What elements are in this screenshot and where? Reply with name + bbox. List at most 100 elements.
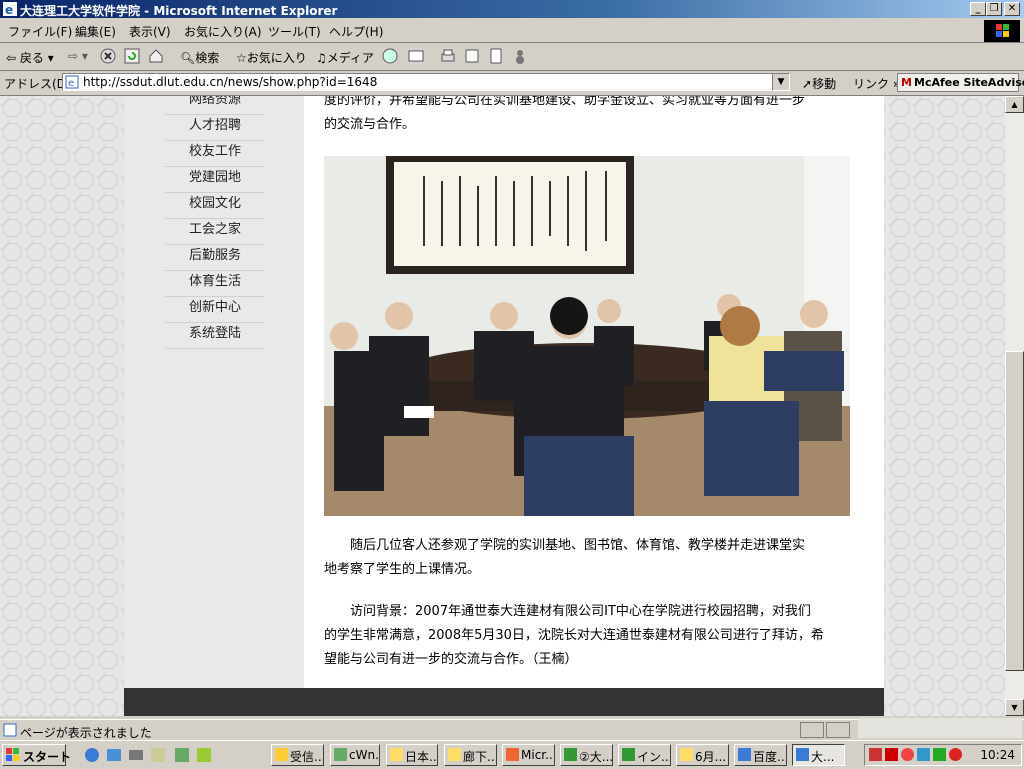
app-quicklaunch-icon[interactable] (150, 747, 166, 763)
folder-icon (680, 748, 693, 761)
taskbar: スタート 受信... cWn... 日本... 廊下... Micr... ②大… (0, 740, 1024, 769)
history-icon[interactable] (382, 48, 398, 64)
toolbar: ⇦ 戻る ▾ ⇨ ▾ 🔍︎検索 ☆お気に入り ♫メディア (0, 43, 1024, 71)
task-button[interactable]: cWn... (330, 744, 380, 766)
address-dropdown-icon[interactable]: ▼ (772, 74, 789, 90)
page-footer (124, 688, 884, 716)
app2-quicklaunch-icon[interactable] (174, 747, 190, 763)
nav-item[interactable]: 人才招聘 (165, 115, 265, 141)
go-button[interactable]: ➚移動 (802, 75, 836, 92)
search-button[interactable]: 🔍︎検索 (180, 49, 219, 66)
home-icon[interactable] (148, 48, 164, 64)
tray-network-icon[interactable] (869, 748, 882, 761)
task-label: 受信... (290, 750, 324, 764)
start-button[interactable]: スタート (2, 744, 71, 766)
desktop-quicklaunch-icon[interactable] (128, 747, 144, 763)
article-line: 的学生非常满意，2008年5月30日，沈院长对大连通世泰建材有限公司进行了拜访，… (324, 628, 824, 643)
task-button[interactable]: 百度... (734, 744, 787, 766)
task-button[interactable]: 日本... (386, 744, 438, 766)
article-line: 的交流与合作。 (324, 117, 416, 132)
nav-item[interactable]: 工会之家 (165, 219, 265, 245)
favorites-icon: ☆ (236, 51, 247, 65)
edit-icon[interactable] (464, 48, 480, 64)
favorites-button[interactable]: ☆お気に入り (236, 49, 307, 66)
stop-icon[interactable] (100, 48, 116, 64)
task-label: Micr... (521, 748, 555, 762)
nav-item[interactable]: 党建园地 (165, 167, 265, 193)
scroll-up-icon[interactable]: ▲ (1005, 96, 1024, 113)
tray-pen-icon[interactable] (933, 748, 946, 761)
ie-quicklaunch-icon[interactable] (84, 747, 100, 763)
favorites-label: お気に入り (246, 51, 307, 65)
meeting-photo (324, 156, 850, 516)
address-input[interactable]: e http://ssdut.dlut.edu.cn/news/show.php… (62, 73, 790, 91)
start-label: スタート (23, 750, 72, 764)
task-button-active[interactable]: 大... (792, 744, 845, 766)
task-button[interactable]: Micr... (502, 744, 555, 766)
print-icon[interactable] (440, 48, 456, 64)
tray-mcafee-icon[interactable] (885, 748, 898, 761)
address-label: アドレス(D) (4, 77, 71, 91)
menu-help[interactable]: ヘルプ(H) (329, 23, 383, 40)
clock[interactable]: 10:24 (980, 748, 1015, 762)
search-label: 検索 (195, 51, 220, 65)
language-bar[interactable] (858, 718, 1022, 738)
close-button[interactable]: ✕ (1004, 2, 1020, 16)
web-page: 网络资源 人才招聘 校友工作 党建园地 校园文化 工会之家 后勤服务 体育生活 … (124, 96, 884, 716)
siteadvisor-label: McAfee SiteAdvisor (914, 76, 1024, 89)
task-button[interactable]: 6月... (676, 744, 729, 766)
menu-edit[interactable]: 編集(E) (75, 23, 116, 40)
siteadvisor-button[interactable]: M McAfee SiteAdvisor (897, 73, 1024, 92)
task-icon (334, 748, 347, 761)
task-label: 大... (811, 750, 835, 764)
article-line: 地考察了学生的上课情况。 (324, 562, 481, 577)
task-label: 百度... (753, 750, 787, 764)
back-button[interactable]: ⇦ 戻る ▾ (6, 49, 54, 66)
task-label: ②大... (579, 750, 613, 764)
forward-button[interactable]: ⇨ ▾ (68, 49, 88, 63)
excel-icon (564, 748, 577, 761)
mail-icon[interactable] (408, 48, 424, 64)
tray-security-icon[interactable] (901, 748, 914, 761)
vertical-scrollbar[interactable]: ▲ ▼ (1005, 96, 1024, 716)
task-button[interactable]: イン... (618, 744, 671, 766)
nav-item[interactable]: 网络资源 (165, 96, 265, 115)
address-bar: アドレス(D) e http://ssdut.dlut.edu.cn/news/… (0, 71, 1024, 96)
nav-item[interactable]: 后勤服务 (165, 245, 265, 271)
left-navigation: 网络资源 人才招聘 校友工作 党建园地 校园文化 工会之家 后勤服务 体育生活 … (124, 96, 304, 688)
tray-alert-icon[interactable] (949, 748, 962, 761)
task-icon (275, 748, 288, 761)
refresh-icon[interactable] (124, 48, 140, 64)
media-icon: ♫ (316, 51, 327, 65)
links-button[interactable]: リンク » (853, 75, 900, 92)
restore-button[interactable]: ❐ (986, 2, 1002, 16)
nav-item[interactable]: 系统登陆 (165, 323, 265, 349)
nav-item[interactable]: 校园文化 (165, 193, 265, 219)
ie-icon (796, 748, 809, 761)
menu-file[interactable]: ファイル(F) (8, 23, 72, 40)
scroll-down-icon[interactable]: ▼ (1005, 699, 1024, 716)
minimize-button[interactable]: _ (970, 2, 986, 16)
window-titlebar[interactable]: e 大连理工大学软件学院 - Microsoft Internet Explor… (0, 0, 1024, 18)
page-icon: e (65, 75, 79, 89)
messenger-icon[interactable] (512, 48, 528, 64)
task-button[interactable]: 廊下... (444, 744, 497, 766)
search-icon: 🔍︎ (180, 51, 196, 65)
app3-quicklaunch-icon[interactable] (196, 747, 212, 763)
nav-item[interactable]: 创新中心 (165, 297, 265, 323)
media-button[interactable]: ♫メディア (316, 49, 374, 66)
article-line: 度的评价，并希望能与公司在实训基地建设、助学金设立、实习就业等方面有进一步 (324, 96, 806, 108)
nav-item[interactable]: 体育生活 (165, 271, 265, 297)
task-button[interactable]: ②大... (560, 744, 613, 766)
menu-tools[interactable]: ツール(T) (268, 23, 321, 40)
tray-monitor-icon[interactable] (917, 748, 930, 761)
nav-item[interactable]: 校友工作 (165, 141, 265, 167)
outlook-quicklaunch-icon[interactable] (106, 747, 122, 763)
discuss-icon[interactable] (488, 48, 504, 64)
menu-favorites[interactable]: お気に入り(A) (184, 23, 262, 40)
status-text: ページが表示されました (20, 726, 152, 740)
scroll-thumb[interactable] (1005, 351, 1024, 671)
task-label: 廊下... (463, 750, 497, 764)
menu-view[interactable]: 表示(V) (129, 23, 171, 40)
task-button[interactable]: 受信... (271, 744, 324, 766)
